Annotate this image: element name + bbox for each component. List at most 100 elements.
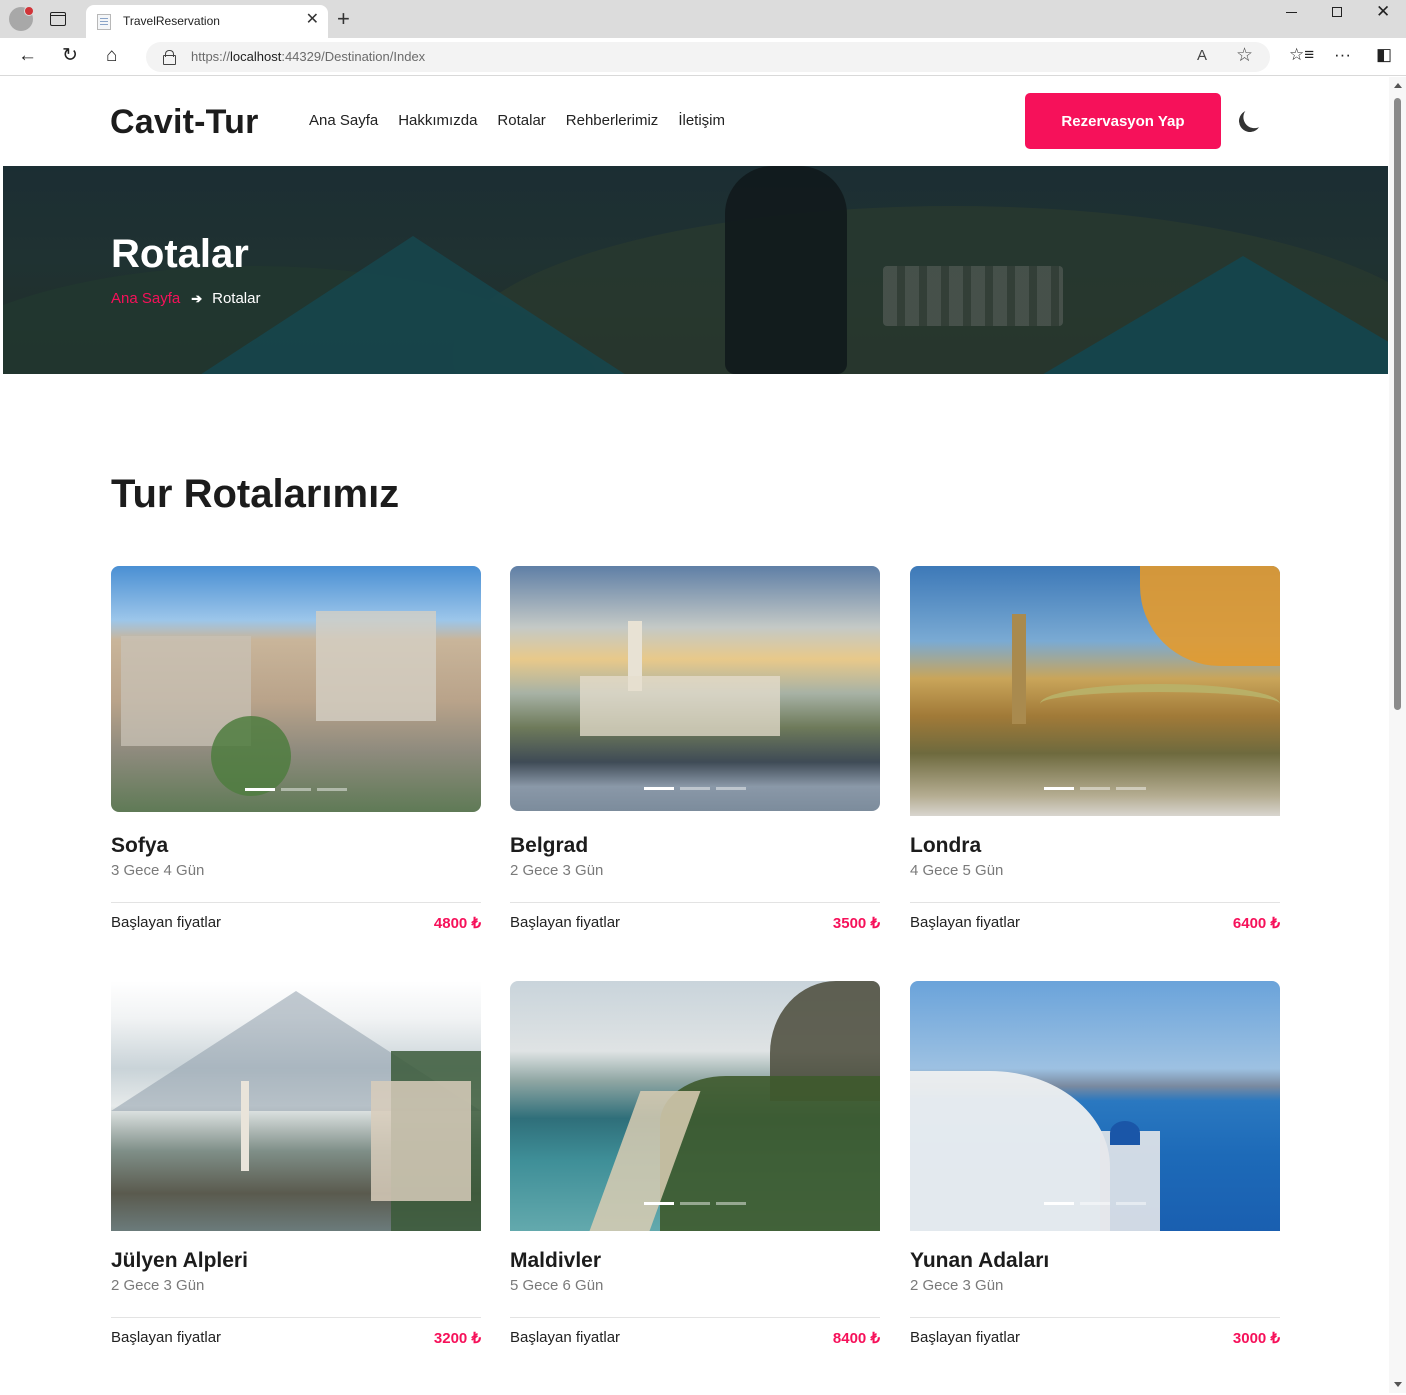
tour-name[interactable]: Belgrad [510, 834, 588, 858]
card-divider [910, 1317, 1280, 1318]
carousel-dot[interactable] [644, 1202, 674, 1205]
read-aloud-icon[interactable]: A [1197, 47, 1207, 64]
tour-card-sofya[interactable]: Sofya 3 Gece 4 Gün Başlayan fiyatlar 480… [111, 566, 481, 932]
scrollbar-thumb[interactable] [1394, 98, 1401, 710]
price-label: Başlayan fiyatlar [910, 914, 1021, 931]
carousel-dot[interactable] [245, 788, 275, 791]
tour-price: 3000 ₺ [1232, 1330, 1280, 1347]
carousel-dot[interactable] [1080, 787, 1110, 790]
breadcrumb-home-link[interactable]: Ana Sayfa [111, 290, 180, 307]
page-favicon-icon [97, 14, 111, 30]
image-carousel-dots[interactable] [1044, 1202, 1146, 1205]
tour-image[interactable] [910, 981, 1280, 1231]
image-carousel-dots[interactable] [644, 787, 746, 790]
nav-item-hakkimizda[interactable]: Hakkımızda [398, 112, 477, 129]
browser-tab-bar: TravelReservation ✕ + ✕ [0, 0, 1406, 38]
tour-name[interactable]: Sofya [111, 834, 168, 858]
tour-card-londra[interactable]: Londra 4 Gece 5 Gün Başlayan fiyatlar 64… [910, 566, 1280, 932]
image-white-houses [910, 1071, 1110, 1231]
nav-item-rotalar[interactable]: Rotalar [497, 112, 545, 129]
back-arrow-icon[interactable]: ← [18, 44, 37, 68]
tour-card-belgrad[interactable]: Belgrad 2 Gece 3 Gün Başlayan fiyatlar 3… [510, 566, 880, 932]
tab-actions-icon[interactable] [50, 12, 66, 26]
tour-image[interactable] [510, 981, 880, 1231]
carousel-dot[interactable] [1116, 1202, 1146, 1205]
carousel-dot[interactable] [680, 787, 710, 790]
page-title: Rotalar [111, 232, 249, 276]
tour-image[interactable] [510, 566, 880, 811]
breadcrumb: Ana Sayfa ➔ Rotalar [111, 290, 260, 307]
url-text[interactable]: https://localhost:44329/Destination/Inde… [191, 49, 425, 64]
browser-tab[interactable]: TravelReservation ✕ [86, 5, 328, 38]
carousel-dot[interactable] [716, 787, 746, 790]
window-minimize-button[interactable] [1286, 12, 1297, 13]
reservation-button[interactable]: Rezervasyon Yap [1025, 93, 1221, 149]
image-carousel-dots[interactable] [1044, 787, 1146, 790]
tour-image[interactable] [910, 566, 1280, 816]
tour-image[interactable] [111, 566, 481, 812]
page-scrollbar[interactable] [1389, 77, 1406, 1393]
home-icon[interactable]: ⌂ [106, 44, 117, 68]
card-divider [510, 1317, 880, 1318]
tour-duration: 5 Gece 6 Gün [510, 1277, 604, 1294]
image-church-spire [241, 1081, 249, 1171]
tour-image[interactable] [111, 981, 481, 1231]
more-options-icon[interactable]: ··· [1334, 45, 1351, 65]
image-carousel-dots[interactable] [245, 788, 347, 791]
image-blue-dome [1110, 1121, 1140, 1145]
refresh-icon[interactable]: ↻ [62, 44, 78, 68]
image-carousel-dots[interactable] [644, 1202, 746, 1205]
image-building [316, 611, 436, 721]
tab-close-icon[interactable]: ✕ [306, 10, 319, 30]
section-title: Tur Rotalarımız [111, 472, 400, 516]
carousel-dot[interactable] [1044, 787, 1074, 790]
url-field[interactable]: https://localhost:44329/Destination/Inde… [146, 42, 1270, 72]
carousel-dot[interactable] [1080, 1202, 1110, 1205]
tour-price: 6400 ₺ [1232, 915, 1280, 932]
breadcrumb-current: Rotalar [212, 290, 261, 307]
lock-icon[interactable] [163, 50, 176, 65]
nav-item-iletisim[interactable]: İletişim [678, 112, 725, 129]
tour-card-julyen-alpleri[interactable]: Jülyen Alpleri 2 Gece 3 Gün Başlayan fiy… [111, 981, 481, 1347]
window-maximize-button[interactable] [1332, 7, 1342, 17]
image-bridge [1040, 684, 1280, 724]
carousel-dot[interactable] [644, 787, 674, 790]
url-path: :44329/Destination/Index [281, 49, 426, 64]
carousel-dot[interactable] [680, 1202, 710, 1205]
nav-item-rehberlerimiz[interactable]: Rehberlerimiz [566, 112, 659, 129]
site-logo[interactable]: Cavit-Tur [110, 103, 259, 142]
profile-avatar-icon[interactable] [9, 6, 34, 31]
dark-mode-moon-icon[interactable] [1237, 108, 1262, 133]
tour-card-maldivler[interactable]: Maldivler 5 Gece 6 Gün Başlayan fiyatlar… [510, 981, 880, 1347]
split-screen-icon[interactable]: ◧ [1376, 45, 1392, 65]
window-close-button[interactable]: ✕ [1376, 2, 1390, 22]
new-tab-button[interactable]: + [337, 7, 350, 31]
price-label: Başlayan fiyatlar [510, 914, 621, 931]
image-houses [371, 1081, 471, 1201]
image-trees [211, 716, 291, 796]
image-white-houses [1100, 1131, 1160, 1231]
tour-name[interactable]: Jülyen Alpleri [111, 1249, 248, 1273]
tour-card-yunan-adalari[interactable]: Yunan Adaları 2 Gece 3 Gün Başlayan fiya… [910, 981, 1280, 1347]
tour-name[interactable]: Londra [910, 834, 981, 858]
carousel-dot[interactable] [1044, 1202, 1074, 1205]
browser-address-bar: ← ↻ ⌂ https://localhost:44329/Destinatio… [0, 38, 1406, 76]
scroll-up-arrow-icon[interactable] [1394, 83, 1402, 88]
tour-price: 3500 ₺ [832, 915, 880, 932]
scroll-down-arrow-icon[interactable] [1394, 1382, 1402, 1387]
carousel-dot[interactable] [1116, 787, 1146, 790]
card-divider [111, 902, 481, 903]
tour-price: 8400 ₺ [832, 1330, 880, 1347]
tour-name[interactable]: Maldivler [510, 1249, 601, 1273]
price-label: Başlayan fiyatlar [111, 1329, 222, 1346]
carousel-dot[interactable] [281, 788, 311, 791]
tour-name[interactable]: Yunan Adaları [910, 1249, 1049, 1273]
main-nav: Ana Sayfa Hakkımızda Rotalar Rehberlerim… [309, 112, 745, 129]
carousel-dot[interactable] [716, 1202, 746, 1205]
nav-item-ana-sayfa[interactable]: Ana Sayfa [309, 112, 378, 129]
url-host: localhost [230, 49, 282, 64]
card-divider [910, 902, 1280, 903]
favorites-icon[interactable]: ☆≡ [1289, 45, 1314, 65]
carousel-dot[interactable] [317, 788, 347, 791]
favorite-star-icon[interactable]: ☆ [1236, 44, 1253, 67]
